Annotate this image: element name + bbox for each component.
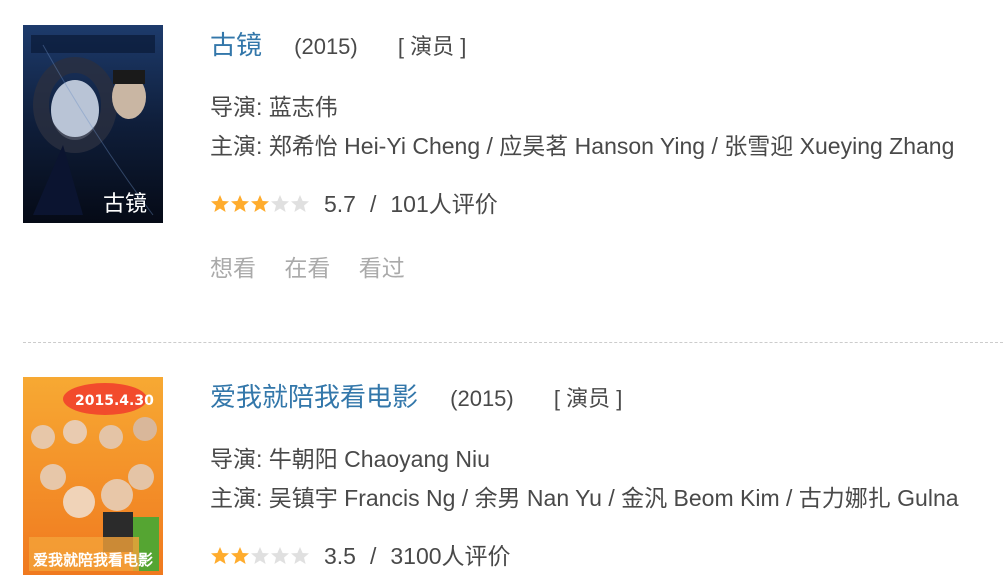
star-filled-icon: [231, 547, 249, 564]
star-filled-icon: [211, 547, 229, 564]
movie-role: [ 演员 ]: [553, 386, 623, 411]
poster-image: 2015.4.30 爱我就陪我看电影: [23, 377, 163, 575]
star-empty-icon: [291, 547, 309, 564]
movie-poster[interactable]: 2015.4.30 爱我就陪我看电影: [23, 377, 163, 575]
star-empty-icon: [251, 547, 269, 564]
rating-stars: [210, 546, 310, 566]
watching-button[interactable]: 在看: [284, 255, 330, 281]
rating-stars: [210, 194, 310, 214]
movie-year: (2015): [294, 34, 358, 59]
rating-score: 3.5: [324, 543, 356, 569]
director-line: 导演: 蓝志伟: [210, 94, 338, 120]
rating-separator: /: [369, 543, 377, 569]
item-divider: [23, 342, 1003, 343]
star-filled-icon: [231, 195, 249, 212]
rating-count: 3100人评价: [390, 543, 511, 569]
rating-score: 5.7: [324, 191, 356, 217]
star-filled-icon: [211, 195, 229, 212]
want-to-watch-button[interactable]: 想看: [210, 255, 256, 281]
poster-title: 古镜: [103, 192, 147, 217]
star-empty-icon: [271, 547, 289, 564]
mark-actions: 想看 在看 看过: [210, 251, 427, 285]
movie-title-link[interactable]: 古镜: [210, 30, 262, 60]
rating-row: 3.5 / 3100人评价: [210, 539, 511, 573]
movie-role: [ 演员 ]: [397, 34, 467, 59]
star-empty-icon: [291, 195, 309, 212]
poster-subtitle: 爱我就陪我看电影: [33, 551, 153, 569]
cast-line: 主演: 吴镇宇 Francis Ng / 余男 Nan Yu / 金汎 Beom…: [210, 485, 959, 511]
rating-count: 101人评价: [390, 191, 498, 217]
title-row: 古镜 (2015) [ 演员 ]: [210, 28, 466, 64]
poster-image: 古镜: [23, 25, 163, 223]
rating-separator: /: [369, 191, 377, 217]
title-row: 爱我就陪我看电影 (2015) [ 演员 ]: [210, 380, 622, 416]
poster-date: 2015.4.30: [75, 393, 154, 409]
movie-title-link[interactable]: 爱我就陪我看电影: [210, 382, 418, 412]
star-empty-icon: [271, 195, 289, 212]
cast-line: 主演: 郑希怡 Hei-Yi Cheng / 应昊茗 Hanson Ying /…: [210, 133, 955, 159]
star-filled-icon: [251, 195, 269, 212]
watched-button[interactable]: 看过: [359, 255, 405, 281]
movie-year: (2015): [450, 386, 514, 411]
movie-poster[interactable]: 古镜: [23, 25, 163, 223]
rating-row: 5.7 / 101人评价: [210, 187, 498, 221]
director-line: 导演: 牛朝阳 Chaoyang Niu: [210, 446, 490, 472]
